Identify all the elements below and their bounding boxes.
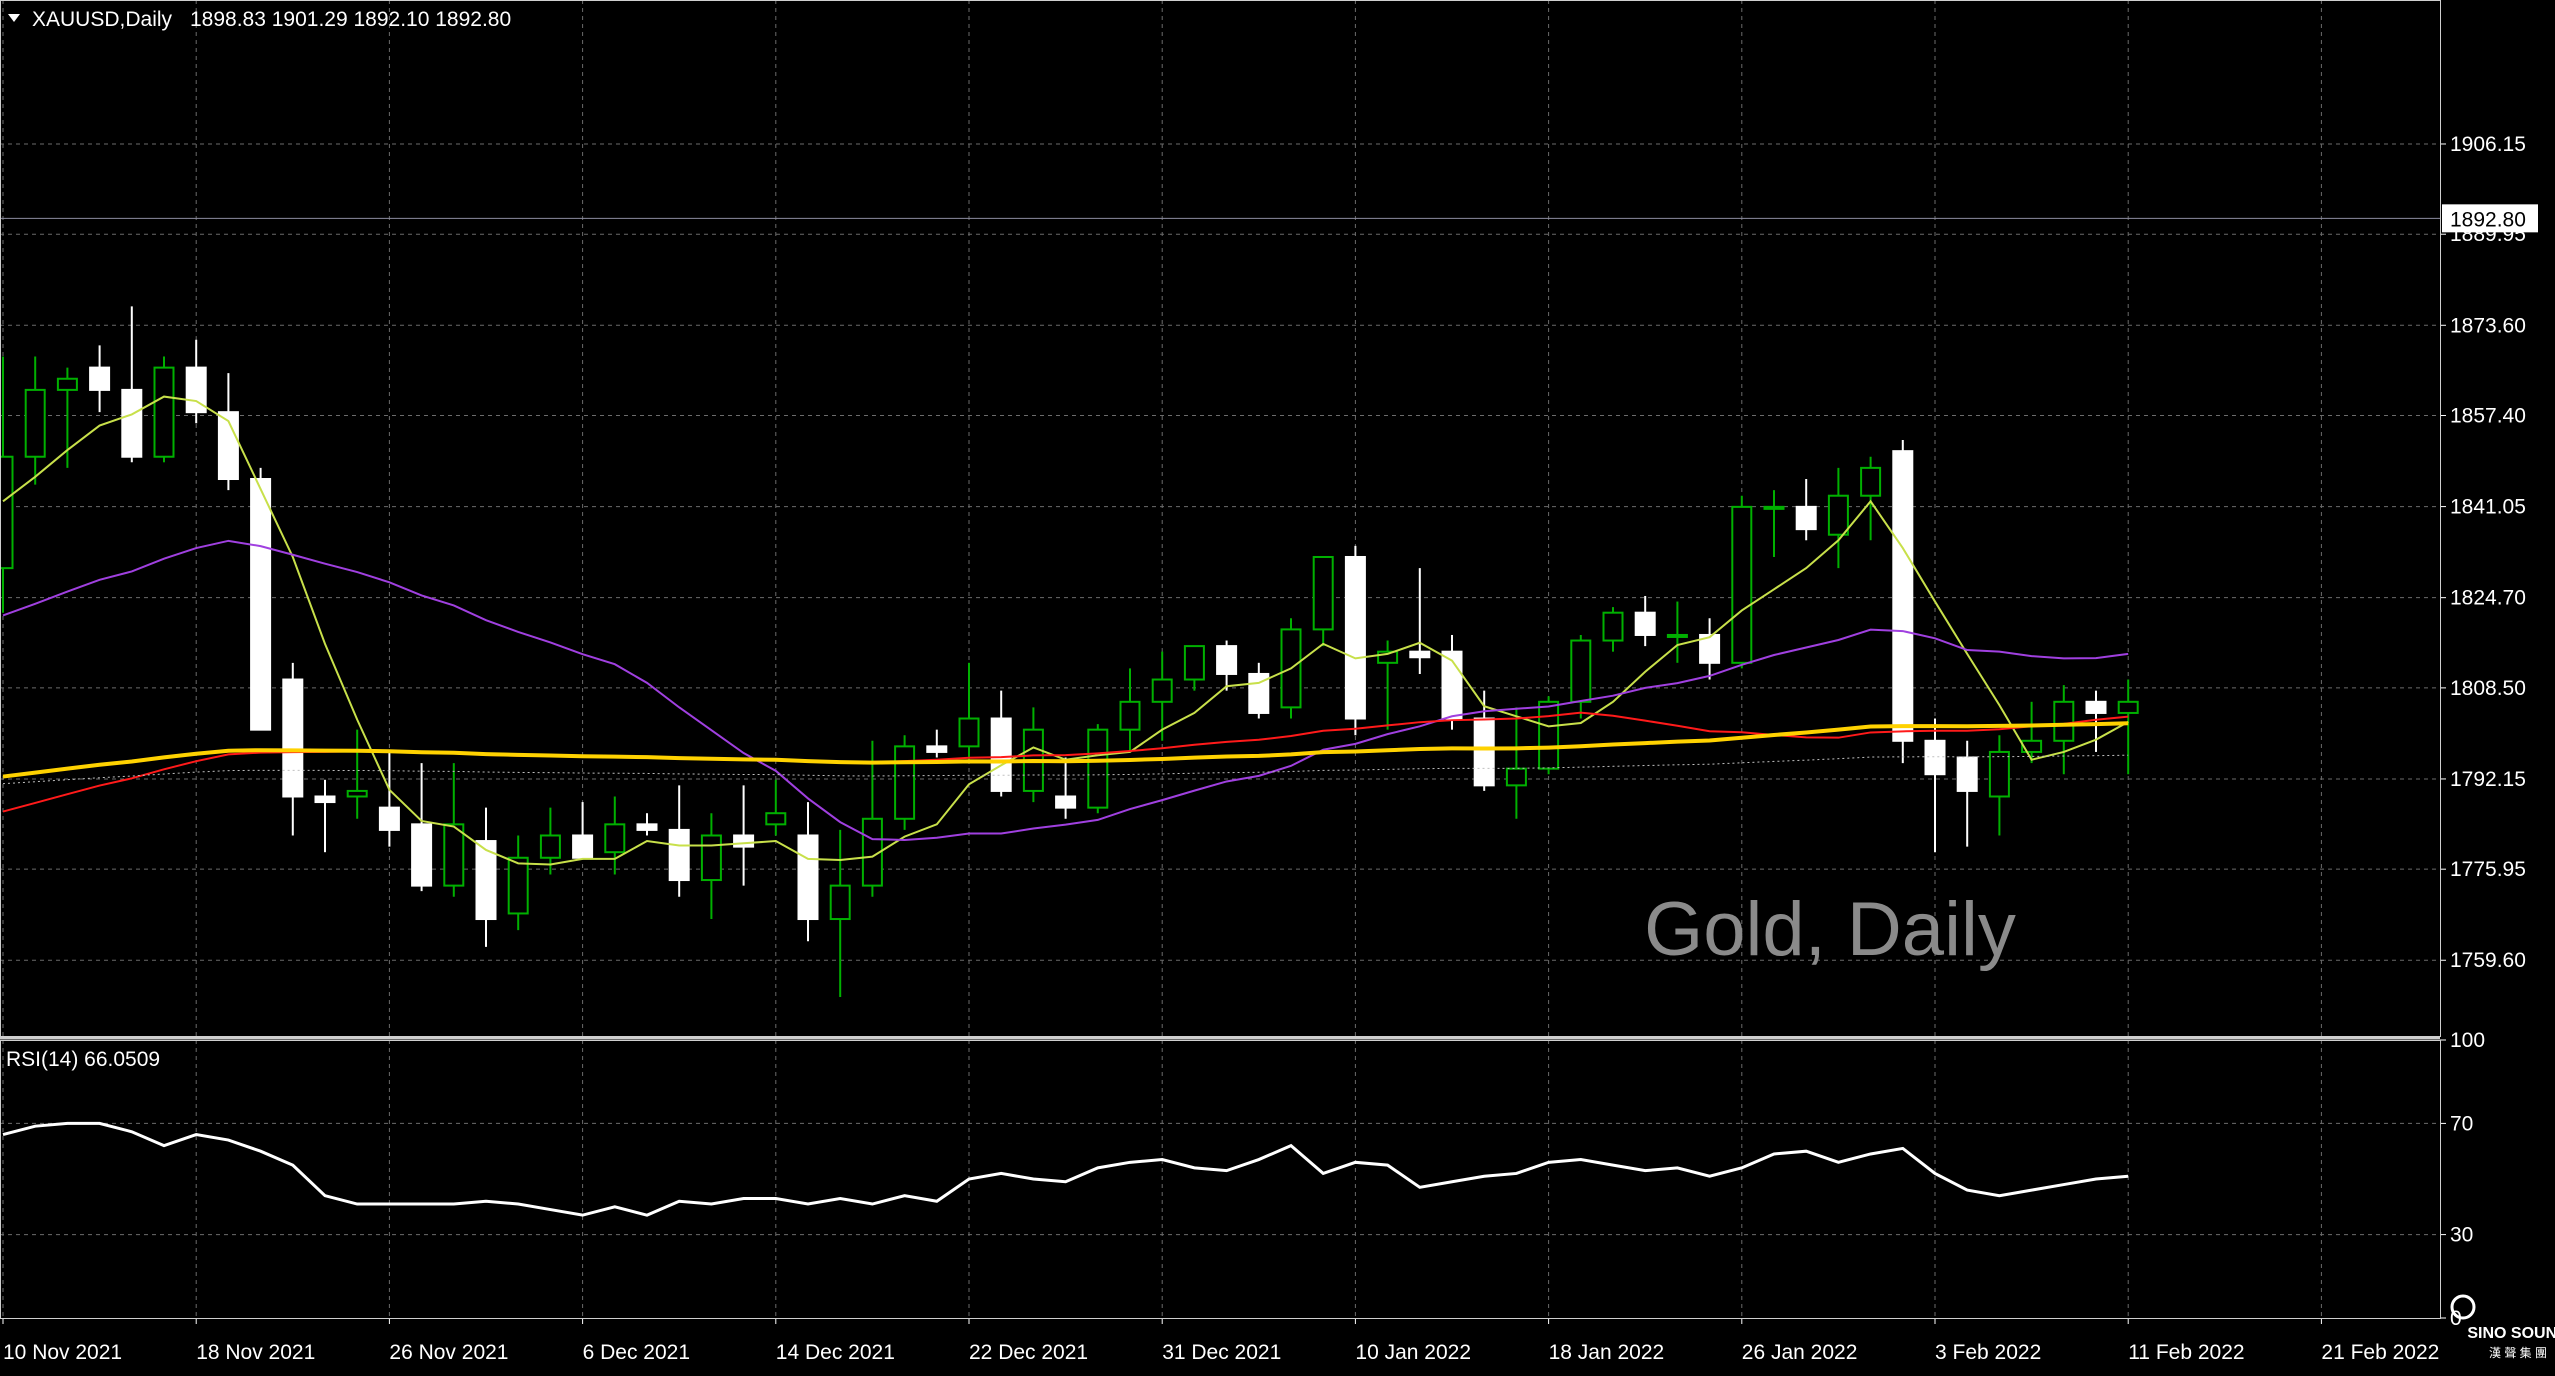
candle-body [2117, 700, 2139, 714]
candle-body [282, 678, 304, 798]
logo-name: SINO SOUND [2467, 1325, 2555, 1342]
candle-body [1216, 645, 1238, 675]
date-tick-label: 10 Nov 2021 [3, 1341, 122, 1364]
candle-body [894, 745, 916, 820]
candle-body [1344, 555, 1366, 720]
date-tick-label: 31 Dec 2021 [1162, 1341, 1281, 1364]
price-tick-label: 1906.15 [2450, 133, 2526, 156]
candle-body [56, 377, 78, 391]
logo-sub: 漢 聲 集 團 [2489, 1345, 2547, 1360]
price-tick-label: 1841.05 [2450, 496, 2526, 519]
watermark-label: Gold, Daily [1644, 887, 2016, 972]
candle-body [314, 795, 336, 804]
candle-body [250, 478, 272, 731]
date-tick-label: 14 Dec 2021 [776, 1341, 895, 1364]
candle-body [1312, 555, 1334, 631]
candle-body [1860, 466, 1882, 497]
candle-body [829, 884, 851, 921]
candle-body [1924, 739, 1946, 776]
candle-body [572, 834, 594, 859]
date-tick-label: 26 Nov 2021 [389, 1341, 508, 1364]
ohlc-label: 1898.83 1901.29 1892.10 1892.80 [190, 8, 511, 31]
header-bar: XAUUSD,Daily 1898.83 1901.29 1892.10 189… [8, 8, 511, 31]
date-tick-label: 18 Nov 2021 [196, 1341, 315, 1364]
symbol-label: XAUUSD,Daily [32, 8, 173, 31]
collapse-triangle-icon[interactable] [8, 14, 20, 22]
candle-body [926, 745, 948, 753]
date-tick-label: 3 Feb 2022 [1935, 1341, 2041, 1364]
candle-body [668, 828, 690, 882]
rsi-label: RSI(14) 66.0509 [6, 1048, 160, 1071]
candle-body [636, 823, 658, 831]
candle-body [121, 388, 143, 458]
candle-body [700, 834, 722, 882]
candle-body [1892, 450, 1914, 742]
date-tick-label: 26 Jan 2022 [1742, 1341, 1858, 1364]
candle-body [1570, 639, 1592, 703]
candle-body [1731, 505, 1753, 664]
candle-body [443, 823, 465, 887]
candle-body [1634, 611, 1656, 636]
candle-body [153, 366, 175, 458]
candle-body [24, 388, 46, 458]
rsi-line [2, 1121, 2129, 1217]
price-tick-label: 1808.50 [2450, 677, 2526, 700]
rsi-pane-frame [0, 1040, 2441, 1319]
price-tick-label: 1759.60 [2450, 949, 2526, 972]
candle-body [765, 812, 787, 826]
candle-body [1763, 505, 1785, 510]
candle-body [1956, 756, 1978, 792]
candle-body [1183, 645, 1205, 681]
price-tick-label: 1775.95 [2450, 858, 2526, 881]
price-tick-label: 1824.70 [2450, 587, 2526, 610]
candle-body [1827, 494, 1849, 536]
candle-body [2085, 700, 2107, 714]
price-tick-label: 1792.15 [2450, 768, 2526, 791]
sino-sound-logo: SINO SOUND 漢 聲 集 團 [2450, 1294, 2555, 1360]
candle-body [1151, 678, 1173, 703]
date-tick-label: 21 Feb 2022 [2321, 1341, 2439, 1364]
candle-body [1087, 728, 1109, 809]
candle-body [1538, 700, 1560, 770]
candle-body [507, 856, 529, 915]
candle-body [1119, 700, 1141, 731]
rsi-tick-label: 100 [2450, 1029, 2485, 1052]
candle-body [1055, 795, 1077, 809]
date-tick-label: 6 Dec 2021 [583, 1341, 690, 1364]
candle-body [990, 717, 1012, 792]
candle-body [2053, 700, 2075, 742]
candle-body [1505, 767, 1527, 787]
candle-body [539, 834, 561, 859]
candle-body [1473, 717, 1495, 787]
candle-body [797, 834, 819, 921]
candle-body [0, 455, 14, 570]
date-tick-label: 11 Feb 2022 [2128, 1341, 2244, 1364]
candle-body [378, 806, 400, 831]
candle-body [346, 789, 368, 798]
price-tick-label: 1873.60 [2450, 314, 2526, 337]
date-tick-label: 18 Jan 2022 [1549, 1341, 1665, 1364]
candle-body [1409, 650, 1431, 659]
rsi-tick-label: 30 [2450, 1224, 2473, 1247]
last-price-label: 1892.80 [2450, 208, 2526, 231]
main-pane-frame [0, 0, 2441, 1037]
candle-body [1666, 633, 1688, 638]
candle-body [411, 823, 433, 887]
candle-body [1988, 750, 2010, 798]
price-tick-label: 1857.40 [2450, 405, 2526, 428]
price-chart[interactable]: 1906.151889.951873.601857.401841.051824.… [0, 0, 2555, 1371]
candle-body [89, 366, 111, 391]
chart-window: 1906.15 1889.95 1873.60 1857.40 1841.05 1824.… [0, 0, 2555, 1371]
date-tick-label: 10 Jan 2022 [1355, 1341, 1471, 1364]
date-tick-label: 22 Dec 2021 [969, 1341, 1088, 1364]
candle-body [1602, 611, 1624, 642]
candle-body [958, 717, 980, 748]
candle-body [604, 823, 626, 854]
candle-body [1795, 505, 1817, 531]
candle-body [733, 834, 755, 848]
rsi-tick-label: 70 [2450, 1112, 2473, 1135]
